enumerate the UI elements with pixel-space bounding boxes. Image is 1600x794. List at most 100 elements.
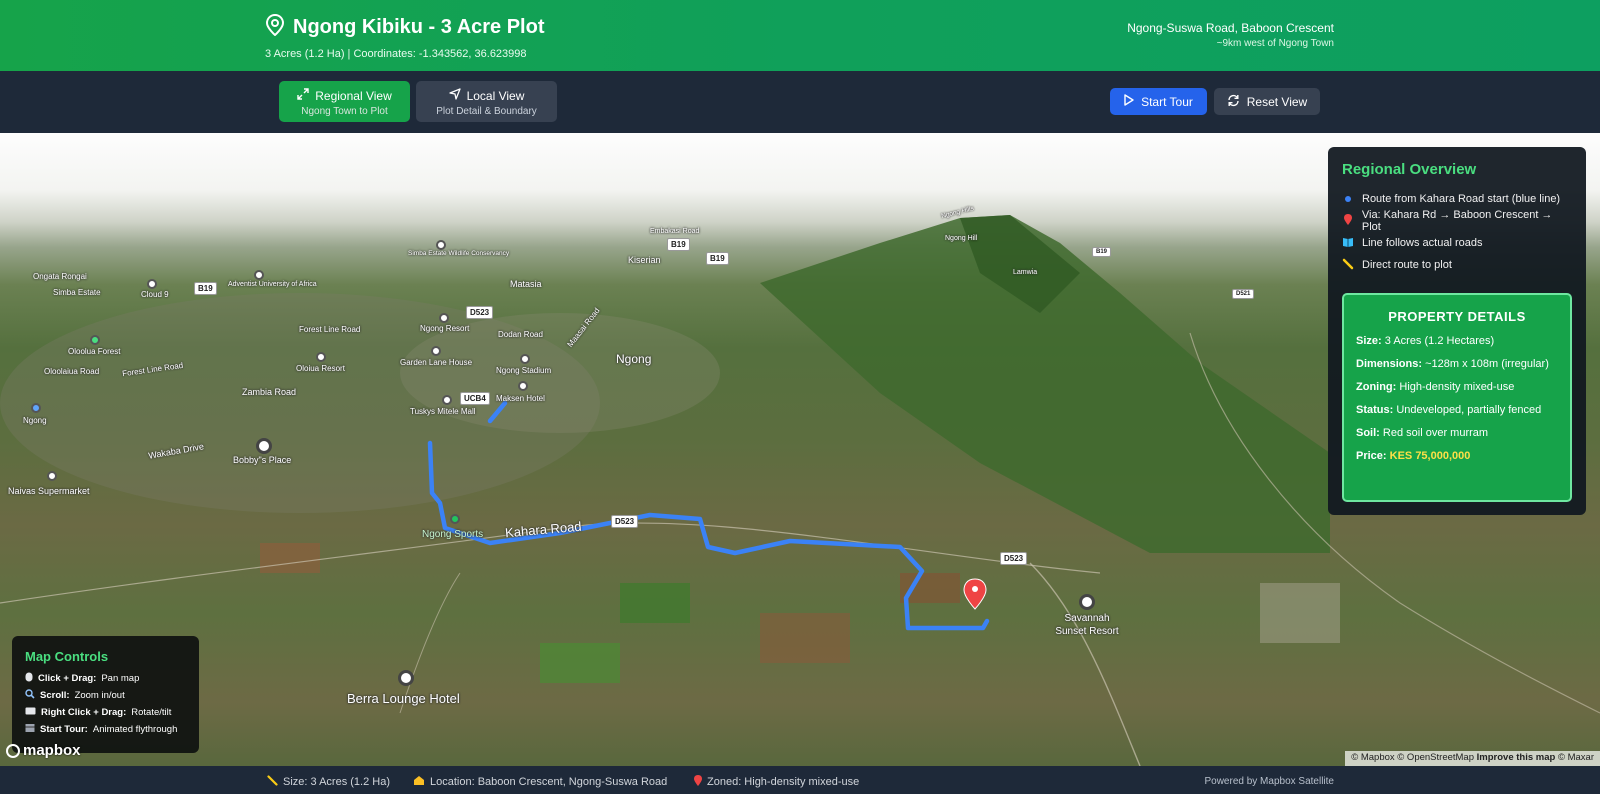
poi-marker[interactable] <box>398 670 414 686</box>
footer-zoned: Zoned: High-density mixed-use <box>694 775 859 789</box>
refresh-icon <box>1227 94 1240 110</box>
local-view-button[interactable]: Local View Plot Detail & Boundary <box>416 81 557 122</box>
property-price: Price: KES 75,000,000 <box>1356 450 1471 462</box>
property-status: Status: Undeveloped, partially fenced <box>1356 404 1542 416</box>
mapbox-logo[interactable]: mapbox <box>6 742 81 759</box>
ruler-icon <box>267 775 278 789</box>
poi-marker[interactable] <box>47 471 57 481</box>
red-pin-icon <box>694 775 702 789</box>
map-label: Lamwia <box>1013 269 1038 276</box>
location-road: Ngong-Suswa Road, Baboon Crescent <box>1127 21 1334 35</box>
keyboard-icon <box>25 707 36 718</box>
map-label: Zambia Road <box>242 387 297 397</box>
map-label: Adventist University of Africa <box>228 281 317 288</box>
map-label: Tuskys Mitele Mall <box>410 407 476 416</box>
reset-view-button[interactable]: Reset View <box>1214 88 1320 115</box>
map-label: Maksen Hotel <box>496 394 545 403</box>
map-label: Simba Estate <box>53 288 101 297</box>
ruler-icon <box>1342 258 1354 273</box>
road-badge: UCB4 <box>460 392 490 405</box>
overview-item: Direct route to plot <box>1342 254 1572 276</box>
map-controls-title: Map Controls <box>25 649 109 664</box>
map-label: Forest Line Road <box>299 325 361 334</box>
view-toolbar: Regional View Ngong Town to Plot Local V… <box>0 71 1600 133</box>
magnifier-icon <box>25 689 35 702</box>
reset-view-label: Reset View <box>1246 94 1308 109</box>
map-label: Berra Lounge Hotel <box>347 691 460 706</box>
road-badge: B19 <box>667 238 690 251</box>
improve-map-link[interactable]: Improve this map <box>1477 752 1556 763</box>
map-book-icon <box>1342 237 1354 250</box>
regional-overview-panel: Regional Overview Route from Kahara Road… <box>1328 147 1586 515</box>
control-hint: Scroll: Zoom in/out <box>25 687 186 704</box>
poi-marker[interactable] <box>450 514 460 524</box>
map-label: Bobby"s Place <box>233 455 292 465</box>
page-header: Ngong Kibiku - 3 Acre Plot 3 Acres (1.2 … <box>0 0 1600 71</box>
map-label: Oloolaiua Road <box>44 367 100 376</box>
map-label: Savannah Sunset Resort <box>1055 613 1119 637</box>
poi-marker[interactable] <box>316 352 326 362</box>
regional-view-label: Regional View <box>315 88 392 103</box>
property-zoning: Zoning: High-density mixed-use <box>1356 381 1515 393</box>
poi-marker[interactable] <box>518 381 528 391</box>
poi-marker[interactable] <box>90 335 100 345</box>
red-pin-icon <box>1342 214 1354 228</box>
header-title-block: Ngong Kibiku - 3 Acre Plot 3 Acres (1.2 … <box>265 13 545 60</box>
film-icon <box>25 723 35 736</box>
road-badge: B19 <box>706 252 729 265</box>
map-label: Dodan Road <box>498 330 543 339</box>
map-label: Ngong <box>616 352 652 366</box>
poi-marker[interactable] <box>31 403 41 413</box>
map-label: Ongata Rongai <box>33 272 87 281</box>
regional-view-button[interactable]: Regional View Ngong Town to Plot <box>279 81 410 122</box>
poi-marker[interactable] <box>520 354 530 364</box>
map-pin-icon <box>265 13 285 41</box>
mouse-icon <box>25 672 33 685</box>
footer-size: Size: 3 Acres (1.2 Ha) <box>267 775 390 789</box>
poi-marker[interactable] <box>1079 594 1095 610</box>
poi-marker[interactable] <box>436 240 446 250</box>
map-label: Ngong Sports <box>422 529 484 540</box>
map-label: Embakasi Road <box>650 228 700 235</box>
overview-item: Line follows actual roads <box>1342 232 1572 254</box>
map-label: Ngong Stadium <box>496 366 552 375</box>
start-tour-button[interactable]: Start Tour <box>1110 88 1207 115</box>
poi-marker[interactable] <box>147 279 157 289</box>
road-badge: D523 <box>611 515 639 528</box>
map-label: Naivas Supermarket <box>8 486 90 496</box>
poi-marker[interactable] <box>442 395 452 405</box>
road-badge: D523 <box>466 306 494 319</box>
poi-marker[interactable] <box>254 270 264 280</box>
map-label: Garden Lane House <box>400 358 473 367</box>
poi-marker[interactable] <box>431 346 441 356</box>
property-details-card: PROPERTY DETAILS Size: 3 Acres (1.2 Hect… <box>1342 293 1572 502</box>
local-view-sublabel: Plot Detail & Boundary <box>436 106 537 117</box>
house-icon <box>413 775 425 789</box>
blue-dot-icon <box>1342 194 1354 205</box>
property-soil: Soil: Red soil over murram <box>1356 427 1489 439</box>
map-label: Oloolua Forest <box>68 347 121 356</box>
page-footer: Size: 3 Acres (1.2 Ha) Location: Baboon … <box>0 766 1600 794</box>
poi-marker[interactable] <box>256 438 272 454</box>
map-label: Cloud 9 <box>141 290 169 299</box>
road-badge: B19 <box>194 282 217 295</box>
start-tour-label: Start Tour <box>1141 94 1193 109</box>
attribution-maxar[interactable]: © Maxar <box>1558 752 1594 763</box>
control-hint: Click + Drag: Pan map <box>25 670 186 687</box>
location-distance: ~9km west of Ngong Town <box>1216 38 1334 49</box>
map-controls-panel: Map Controls Click + Drag: Pan map Scroll… <box>12 636 199 753</box>
overview-item: Via: Kahara Rd → Baboon Crescent → Plot <box>1342 209 1572 233</box>
map-attribution: © Mapbox © OpenStreetMap Improve this ma… <box>1345 751 1600 766</box>
map-label: Ngong Hill <box>945 235 978 242</box>
control-hint: Right Click + Drag: Rotate/tilt <box>25 704 186 721</box>
regional-view-sublabel: Ngong Town to Plot <box>301 106 388 117</box>
attribution-copyright[interactable]: © Mapbox © OpenStreetMap <box>1351 752 1474 763</box>
overview-item: Route from Kahara Road start (blue line) <box>1342 188 1572 210</box>
page-subtitle: 3 Acres (1.2 Ha) | Coordinates: -1.34356… <box>265 48 527 60</box>
map-label: Matasia <box>510 279 542 289</box>
poi-marker[interactable] <box>439 313 449 323</box>
property-dimensions: Dimensions: ~128m x 108m (irregular) <box>1356 358 1549 370</box>
expand-icon <box>297 88 309 103</box>
footer-powered-by: Powered by Mapbox Satellite <box>1204 776 1334 787</box>
property-size: Size: 3 Acres (1.2 Hectares) <box>1356 335 1495 347</box>
